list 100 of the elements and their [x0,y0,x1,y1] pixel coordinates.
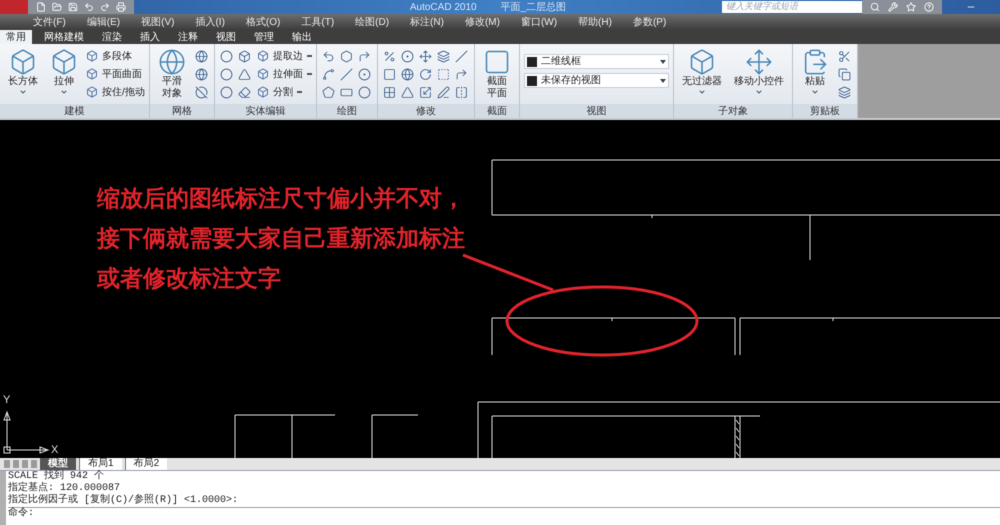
pentagon-tool[interactable] [320,84,337,100]
save-icon[interactable] [68,2,78,12]
move-tool[interactable] [418,48,434,64]
ribbon-small-button[interactable]: 分割 [256,84,312,100]
undo-icon[interactable] [84,2,94,12]
ellipse-icon [358,86,372,98]
layout-tab[interactable]: 布局1 [79,458,122,470]
ribbon-small-button[interactable]: 平面曲面 [86,66,145,82]
pen-tool[interactable] [436,84,452,100]
tool-icon [86,86,98,98]
ribbon-tab[interactable]: 输出 [286,30,318,44]
rotate-icon [419,68,432,80]
target-tool[interactable] [400,48,416,64]
menu-item[interactable]: 编辑(E) [86,14,120,30]
ribbon-large-button[interactable]: 粘贴 [796,48,833,96]
menu-item[interactable]: 文件(F) [33,14,66,30]
ribbon-tab[interactable]: 插入 [134,30,166,44]
command-prompt[interactable]: 命令: [8,507,1000,520]
search-field[interactable]: 键入关键字或短语 [722,1,862,13]
circle-icon [358,68,372,80]
spline-tool[interactable] [320,66,337,82]
ribbon-tab[interactable]: 网格建模 [38,30,90,44]
search-icon[interactable] [870,2,880,12]
box-icon [50,48,78,76]
ribbon-large-button[interactable]: 截面平面 [478,48,515,100]
menu-item[interactable]: 参数(P) [632,14,666,30]
pen-icon [437,86,450,98]
grid-tool[interactable] [382,84,398,100]
scale-tool[interactable] [418,84,434,100]
open-icon[interactable] [52,2,62,12]
panel-title[interactable]: 绘图 [316,104,377,118]
print-icon[interactable] [116,2,126,12]
box-icon [238,50,252,62]
ribbon-tab[interactable]: 视图 [210,30,242,44]
panel-title[interactable]: 视图 [520,104,673,118]
hexagon-tool[interactable] [338,48,355,64]
rotate-tool[interactable] [418,66,434,82]
copy-icon [838,68,852,80]
ribbon-small-button[interactable]: 提取边 [256,48,312,64]
ucs-axis-icon [4,410,50,454]
panel-title[interactable]: 实体编辑 [214,104,316,118]
eraser-tool[interactable] [236,84,253,100]
tool-icon [256,86,269,98]
menu-item[interactable]: 窗口(W) [520,14,558,30]
menu-item[interactable]: 格式(O) [246,14,280,30]
panel-title[interactable]: 剪贴板 [792,104,857,118]
star-icon[interactable] [906,2,916,12]
box-tool[interactable] [236,48,253,64]
ribbon-tab[interactable]: 管理 [248,30,280,44]
globe-tool[interactable] [194,66,210,82]
layers-tool[interactable] [436,48,452,64]
pentagon-icon [322,86,336,98]
ribbon-small-button[interactable]: 拉伸面 [256,66,312,82]
menu-item[interactable]: 工具(T) [301,14,334,30]
menu-item[interactable]: 绘图(D) [355,14,390,30]
globe-tool[interactable] [194,48,210,64]
triangle-tool[interactable] [236,66,253,82]
menu-item[interactable]: 标注(N) [410,14,444,30]
ribbon-tab[interactable]: 常用 [0,30,32,44]
flip-tool[interactable] [454,84,470,100]
circle-tool[interactable] [356,66,373,82]
caret-icon [810,88,819,96]
panel-title[interactable]: 网格 [150,104,214,118]
document-title: 平面_二层总图 [500,0,566,14]
panel-title[interactable]: 截面 [474,104,519,118]
view-dropdown[interactable]: 未保存的视图 [524,73,669,88]
circle-slash-tool[interactable] [194,84,210,100]
panel-title[interactable]: 修改 [378,104,474,118]
menu-item[interactable]: 视图(V) [141,14,174,30]
ellipse-tool[interactable] [356,84,373,100]
copy-tool[interactable] [836,66,853,82]
layout-tab[interactable]: 模型 [40,458,76,470]
help-icon[interactable] [924,2,934,12]
ribbon-large-button[interactable]: 平滑对象 [154,48,190,100]
ribbon-large-button[interactable]: 长方体 [4,48,42,96]
target-icon [401,50,414,62]
layout-tab[interactable]: 布局2 [124,458,168,470]
dropdown-marker [306,73,312,75]
ribbon-large-button[interactable]: 无过滤器 [678,48,726,96]
menu-item[interactable]: 修改(M) [464,14,500,30]
x-axis-label: X [51,443,58,458]
redo-icon[interactable] [100,2,110,12]
ribbon-tab[interactable]: 注释 [172,30,204,44]
menu-item[interactable]: 插入(I) [195,14,225,30]
ribbon-small-button[interactable]: 按住/拖动 [86,84,145,100]
new-icon[interactable] [36,2,46,12]
panel-title[interactable]: 建模 [0,104,149,118]
tool-icon [86,68,98,80]
ribbon-large-button[interactable]: 移动小控件 [730,48,788,96]
polyline-icon [322,50,336,62]
panel-title[interactable]: 子对象 [674,104,792,118]
dropdown-value: 二维线框 [540,54,582,69]
menu-item[interactable]: 帮助(H) [578,14,612,30]
ribbon-large-button[interactable]: 拉伸 [46,48,82,96]
line-icon [340,68,354,80]
ribbon-small-button[interactable]: 多段体 [86,48,145,64]
wrench-icon[interactable] [888,2,898,12]
view-dropdown[interactable]: 二维线框 [524,54,669,69]
line-tool[interactable] [338,66,355,82]
ribbon-tab[interactable]: 渲染 [96,30,128,44]
